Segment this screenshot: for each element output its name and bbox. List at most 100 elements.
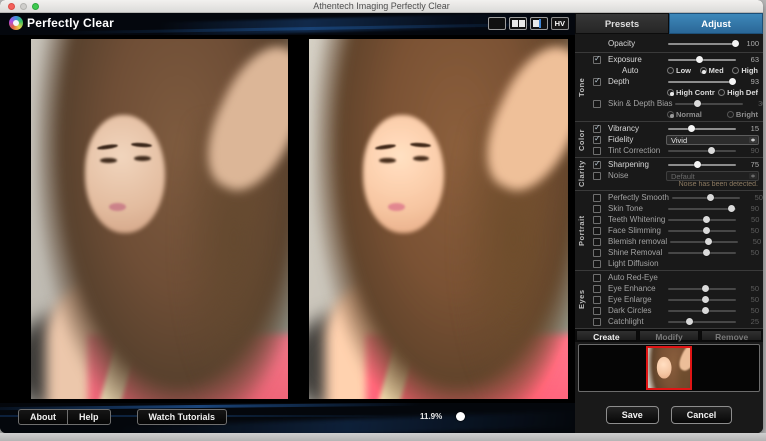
curtain-view-icon[interactable] (530, 17, 548, 30)
dark-circles-checkbox[interactable] (593, 307, 601, 315)
perfectly-smooth-slider-thumb[interactable] (707, 194, 714, 201)
single-view-icon[interactable] (488, 17, 506, 30)
eye-enhance-slider-thumb[interactable] (702, 285, 709, 292)
face-slimming-slider-thumb[interactable] (703, 227, 710, 234)
high-contrast-option[interactable]: High Contr (667, 88, 715, 97)
high-contrast-label: High Contr (676, 88, 715, 97)
eye-enhance-checkbox[interactable] (593, 285, 601, 293)
about-button[interactable]: About (18, 409, 67, 425)
teeth-whitening-checkbox[interactable] (593, 216, 601, 224)
perfectly-smooth-slider[interactable] (670, 193, 742, 202)
exposure-slider[interactable] (666, 55, 738, 64)
eye-enlarge-slider-thumb[interactable] (702, 296, 709, 303)
face-slimming-slider[interactable] (666, 226, 738, 235)
blemish-removal-checkbox[interactable] (593, 238, 601, 246)
skin-tone-slider[interactable] (666, 204, 738, 213)
fidelity-checkbox[interactable] (593, 136, 601, 144)
create-preset-button[interactable]: Create (576, 330, 637, 341)
bright-option[interactable]: Bright (727, 110, 758, 119)
shine-removal-value: 50 (739, 248, 759, 257)
sharpening-checkbox[interactable] (593, 161, 601, 169)
zoom-control: 11.9% (420, 412, 465, 421)
auto-high-option[interactable]: High (732, 66, 758, 75)
normal-option[interactable]: Normal (667, 110, 702, 119)
catchlight-slider[interactable] (666, 317, 738, 326)
teeth-whitening-slider[interactable] (666, 215, 738, 224)
exposure-label: Exposure (608, 55, 665, 64)
app-window: Athentech Imaging Perfectly Clear Perfec… (0, 0, 763, 433)
blemish-removal-label: Blemish removal (608, 237, 667, 246)
eye-enlarge-checkbox[interactable] (593, 296, 601, 304)
zoom-slider-thumb[interactable] (456, 412, 465, 421)
catchlight-checkbox[interactable] (593, 318, 601, 326)
skin-depth-bias-slider-thumb[interactable] (694, 100, 701, 107)
exposure-slider-thumb[interactable] (696, 56, 703, 63)
skin-tone-checkbox[interactable] (593, 205, 601, 213)
shine-removal-slider-thumb[interactable] (703, 249, 710, 256)
skin-depth-bias-checkbox[interactable] (593, 100, 601, 108)
teeth-whitening-slider-thumb[interactable] (703, 216, 710, 223)
remove-preset-button[interactable]: Remove (701, 330, 762, 341)
selected-preset-thumbnail[interactable] (646, 346, 692, 390)
dark-circles-slider-thumb[interactable] (702, 307, 709, 314)
depth-slider-thumb[interactable] (729, 78, 736, 85)
eye-enhance-slider[interactable] (666, 284, 738, 293)
face-slimming-checkbox[interactable] (593, 227, 601, 235)
clarity-section-label: Clarity (575, 158, 588, 190)
tint-correction-slider-thumb[interactable] (708, 147, 715, 154)
catchlight-slider-thumb[interactable] (686, 318, 693, 325)
help-button[interactable]: Help (67, 409, 111, 425)
depth-checkbox[interactable] (593, 78, 601, 86)
radio-icon (667, 89, 674, 96)
noise-checkbox[interactable] (593, 172, 601, 180)
screenshot-stage: Athentech Imaging Perfectly Clear Perfec… (0, 0, 766, 441)
light-diffusion-checkbox[interactable] (593, 260, 601, 268)
auto-label: Auto (608, 66, 665, 75)
split-view-icon[interactable] (509, 17, 527, 30)
tint-correction-checkbox[interactable] (593, 147, 601, 155)
bright-label: Bright (736, 110, 758, 119)
skin-depth-bias-slider[interactable] (673, 99, 745, 108)
app-logo-text: Perfectly Clear (27, 16, 114, 30)
dropdown-stepper-icon[interactable] (749, 173, 757, 179)
dark-circles-slider[interactable] (666, 306, 738, 315)
dropdown-stepper-icon[interactable] (749, 137, 757, 143)
preset-thumbnail-strip (578, 344, 760, 392)
exposure-checkbox[interactable] (593, 56, 601, 64)
skin-depth-bias-label: Skin & Depth Bias (608, 99, 672, 108)
watch-tutorials-button[interactable]: Watch Tutorials (137, 409, 228, 425)
auto-low-option[interactable]: Low (667, 66, 691, 75)
sharpening-slider-thumb[interactable] (694, 161, 701, 168)
depth-slider[interactable] (666, 77, 738, 86)
tab-adjust[interactable]: Adjust (669, 13, 763, 34)
noise-dropdown[interactable]: Default (666, 171, 759, 181)
blemish-removal-slider[interactable] (668, 237, 740, 246)
cancel-button[interactable]: Cancel (671, 406, 733, 424)
opacity-value: 100 (739, 39, 759, 48)
photo-face (363, 115, 443, 234)
titlebar: Athentech Imaging Perfectly Clear (0, 0, 763, 13)
shine-removal-checkbox[interactable] (593, 249, 601, 257)
eye-enlarge-slider[interactable] (666, 295, 738, 304)
vibrancy-slider[interactable] (666, 124, 738, 133)
vibrancy-slider-thumb[interactable] (688, 125, 695, 132)
tab-presets[interactable]: Presets (575, 13, 669, 34)
sharpening-slider[interactable] (666, 160, 738, 169)
save-button[interactable]: Save (606, 406, 659, 424)
shine-removal-slider[interactable] (666, 248, 738, 257)
auto-med-option[interactable]: Med (700, 66, 724, 75)
zoom-percentage: 11.9% (420, 412, 442, 421)
vibrancy-checkbox[interactable] (593, 125, 601, 133)
blemish-removal-value: 50 (741, 237, 761, 246)
modify-preset-button[interactable]: Modify (639, 330, 700, 341)
perfectly-smooth-checkbox[interactable] (593, 194, 601, 202)
hv-toggle-button[interactable]: HV (551, 17, 569, 30)
skin-tone-slider-thumb[interactable] (728, 205, 735, 212)
tint-correction-slider[interactable] (666, 146, 738, 155)
high-def-option[interactable]: High Def (718, 88, 758, 97)
desktop-background (0, 433, 766, 441)
blemish-removal-slider-thumb[interactable] (705, 238, 712, 245)
auto-red-eye-checkbox[interactable] (593, 274, 601, 282)
opacity-slider[interactable] (666, 39, 738, 48)
fidelity-dropdown[interactable]: Vivid (666, 135, 759, 145)
